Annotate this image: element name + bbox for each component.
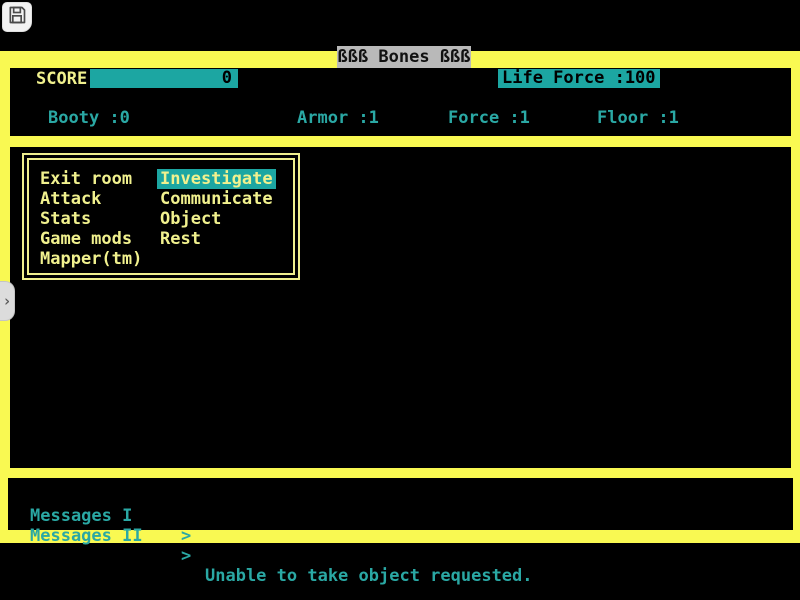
game-title: ßßß Bones ßßß — [337, 46, 471, 68]
message-row-2: Messages II > Unable to take object requ… — [8, 506, 69, 526]
stat-force: Force :1 — [448, 109, 530, 128]
stat-armor: Armor :1 — [297, 109, 379, 128]
room-panel: Exit room Attack Stats Game mods Mapper(… — [10, 147, 791, 468]
life-force-badge: Life Force :100 — [498, 69, 660, 88]
menu-item-game-mods[interactable]: Game mods — [40, 229, 142, 249]
chevron-right-icon: › — [2, 294, 11, 309]
action-menu-inner-border: Exit room Attack Stats Game mods Mapper(… — [27, 158, 295, 275]
save-floppy-icon — [7, 5, 27, 29]
menu-item-stats[interactable]: Stats — [40, 209, 142, 229]
menu-item-communicate[interactable]: Communicate — [160, 189, 276, 209]
message-row-1: Messages I > — [8, 486, 69, 506]
menu-item-attack[interactable]: Attack — [40, 189, 142, 209]
messages-2-text: Unable to take object requested. — [205, 566, 533, 586]
messages-panel: Messages I > Messages II > Unable to tak… — [8, 478, 793, 530]
score-value: 0 — [222, 68, 232, 88]
stat-floor: Floor :1 — [597, 109, 679, 128]
messages-2-prompt: > — [181, 546, 191, 566]
messages-2-label: Messages II — [30, 526, 143, 546]
game-screen: ßßß Bones ßßß SCORE: 0 Life Force :100 B… — [0, 0, 800, 600]
score-label: SCORE: — [36, 70, 97, 89]
header-panel: SCORE: 0 Life Force :100 Booty :0 Armor … — [10, 68, 791, 136]
menu-item-rest[interactable]: Rest — [160, 229, 276, 249]
menu-item-object[interactable]: Object — [160, 209, 276, 229]
action-menu: Exit room Attack Stats Game mods Mapper(… — [22, 153, 300, 280]
drawer-toggle[interactable]: › — [0, 281, 15, 321]
menu-column-1: Exit room Attack Stats Game mods Mapper(… — [40, 169, 142, 269]
messages-1-prompt: > — [181, 526, 191, 546]
score-bar: 0 — [90, 69, 238, 88]
menu-item-exit-room[interactable]: Exit room — [40, 169, 142, 189]
stat-booty: Booty :0 — [48, 109, 130, 128]
menu-column-2: Investigate Communicate Object Rest — [160, 169, 276, 249]
menu-item-investigate[interactable]: Investigate — [157, 169, 276, 189]
menu-item-mapper[interactable]: Mapper(tm) — [40, 249, 142, 269]
save-button[interactable] — [2, 2, 32, 32]
